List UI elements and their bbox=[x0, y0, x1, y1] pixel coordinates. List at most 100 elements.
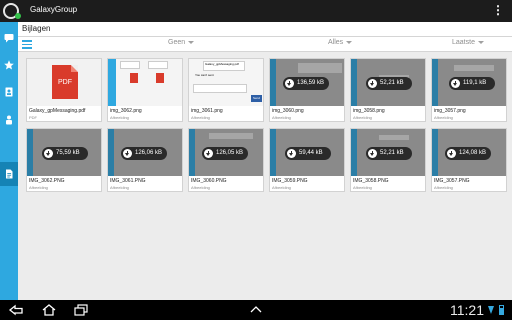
attachment-card[interactable]: 136,59 kB img_3060.png Afbeelding bbox=[269, 58, 345, 122]
pdf-label: PDF bbox=[58, 79, 72, 86]
battery-icon bbox=[499, 305, 504, 315]
app-logo-icon[interactable] bbox=[3, 3, 21, 19]
preview-send: Send bbox=[251, 95, 262, 102]
file-size: 75,59 kB bbox=[56, 150, 80, 156]
file-size: 59,44 kB bbox=[299, 150, 323, 156]
image-thumbnail: Galaxy_gpMessaging.pdf You can't sent Se… bbox=[189, 59, 263, 106]
download-icon bbox=[368, 79, 377, 88]
attachment-name: img_3061.png bbox=[191, 108, 223, 114]
download-button[interactable]: 59,44 kB bbox=[285, 147, 331, 160]
download-button[interactable]: 52,21 kB bbox=[366, 77, 412, 90]
attachment-name: IMG_3059.PNG bbox=[272, 178, 308, 184]
download-icon bbox=[123, 149, 132, 158]
file-size: 126,05 kB bbox=[216, 150, 244, 156]
sidebar-item-chat[interactable] bbox=[0, 26, 18, 50]
download-icon bbox=[368, 149, 377, 158]
attachment-card[interactable]: 52,21 kB IMG_3058.PNG Afbeelding bbox=[350, 128, 426, 192]
download-icon bbox=[447, 149, 456, 158]
attachment-card[interactable]: 126,06 kB IMG_3061.PNG Afbeelding bbox=[107, 128, 183, 192]
file-size: 119,1 kB bbox=[463, 80, 487, 86]
download-button[interactable]: 75,59 kB bbox=[42, 147, 88, 160]
filter-none-dropdown[interactable]: Geen bbox=[168, 39, 194, 46]
list-menu-icon[interactable] bbox=[22, 40, 32, 49]
image-thumbnail bbox=[108, 59, 182, 106]
download-button[interactable]: 119,1 kB bbox=[449, 77, 495, 90]
attachment-name: Galaxy_gpMessaging.pdf bbox=[29, 108, 86, 114]
attachment-card[interactable]: 59,44 kB IMG_3059.PNG Afbeelding bbox=[269, 128, 345, 192]
sidebar-item-attachments[interactable] bbox=[0, 162, 18, 186]
attachment-name: IMG_3058.PNG bbox=[353, 178, 389, 184]
attachment-name: img_3062.png bbox=[110, 108, 142, 114]
file-size: 126,06 kB bbox=[135, 150, 163, 156]
attachments-icon bbox=[6, 169, 13, 179]
app-bar: GalaxyGroup ⋮ bbox=[0, 0, 512, 22]
download-icon bbox=[285, 79, 294, 88]
attachment-type: PDF bbox=[29, 115, 37, 120]
pdf-thumbnail: PDF bbox=[27, 59, 101, 106]
section-title: Bijlagen bbox=[22, 24, 51, 33]
attachment-card[interactable]: 75,59 kB IMG_3062.PNG Afbeelding bbox=[26, 128, 102, 192]
attachment-card[interactable]: PDF Galaxy_gpMessaging.pdf PDF bbox=[26, 58, 102, 122]
sidebar bbox=[0, 22, 18, 300]
attachment-type: Afbeelding bbox=[434, 115, 453, 120]
download-button[interactable]: 136,59 kB bbox=[283, 77, 329, 90]
download-icon bbox=[451, 79, 460, 88]
download-button[interactable]: 126,05 kB bbox=[202, 147, 248, 160]
download-icon bbox=[44, 149, 53, 158]
recent-apps-icon[interactable] bbox=[72, 304, 90, 316]
overflow-menu-icon[interactable]: ⋮ bbox=[492, 4, 504, 16]
download-icon bbox=[204, 149, 213, 158]
sidebar-item-groups[interactable] bbox=[0, 108, 18, 132]
attachment-name: IMG_3062.PNG bbox=[29, 178, 65, 184]
filter-bar: Geen Alles Laatste bbox=[0, 37, 512, 52]
attachment-type: Afbeelding bbox=[191, 185, 210, 190]
back-icon[interactable] bbox=[8, 304, 26, 316]
pdf-file-icon: PDF bbox=[52, 65, 78, 99]
home-icon[interactable] bbox=[40, 304, 58, 316]
clock: 11:21 bbox=[450, 302, 484, 318]
download-icon bbox=[287, 149, 296, 158]
download-button[interactable]: 126,06 kB bbox=[121, 147, 167, 160]
file-size: 124,08 kB bbox=[459, 150, 487, 156]
attachment-card[interactable]: img_3062.png Afbeelding bbox=[107, 58, 183, 122]
sort-latest-dropdown[interactable]: Laatste bbox=[452, 39, 484, 46]
attachment-type: Afbeelding bbox=[110, 185, 129, 190]
download-button[interactable]: 52,21 kB bbox=[366, 147, 412, 160]
chat-icon bbox=[4, 34, 14, 43]
star-icon bbox=[4, 60, 14, 70]
attachment-name: img_3057.png bbox=[434, 108, 466, 114]
download-button[interactable]: 124,08 kB bbox=[445, 147, 491, 160]
file-size: 52,21 kB bbox=[380, 80, 404, 86]
attachment-name: IMG_3060.PNG bbox=[191, 178, 227, 184]
attachment-card[interactable]: 126,05 kB IMG_3060.PNG Afbeelding bbox=[188, 128, 264, 192]
attachment-card[interactable]: 52,21 kB img_3058.png Afbeelding bbox=[350, 58, 426, 122]
attachment-type: Afbeelding bbox=[272, 115, 291, 120]
system-nav-bar: 11:21 bbox=[0, 300, 512, 320]
attachment-name: img_3058.png bbox=[353, 108, 385, 114]
attachment-card[interactable]: 124,08 kB IMG_3057.PNG Afbeelding bbox=[431, 128, 507, 192]
chevron-up-icon[interactable] bbox=[247, 304, 265, 316]
attachment-type: Afbeelding bbox=[110, 115, 129, 120]
attachment-type: Afbeelding bbox=[353, 115, 372, 120]
app-title: GalaxyGroup bbox=[30, 5, 78, 14]
attachment-type: Afbeelding bbox=[191, 115, 210, 120]
attachment-type: Afbeelding bbox=[272, 185, 291, 190]
people-icon bbox=[6, 115, 12, 125]
preview-text: Galaxy_gpMessaging.pdf bbox=[205, 62, 239, 66]
contacts-icon bbox=[5, 87, 13, 97]
attachment-name: img_3060.png bbox=[272, 108, 304, 114]
file-size: 52,21 kB bbox=[380, 150, 404, 156]
attachment-name: IMG_3057.PNG bbox=[434, 178, 470, 184]
attachment-card[interactable]: 119,1 kB img_3057.png Afbeelding bbox=[431, 58, 507, 122]
section-header: Bijlagen bbox=[0, 22, 512, 37]
preview-text: You can't sent bbox=[195, 73, 214, 77]
wifi-icon bbox=[488, 306, 494, 314]
filter-all-dropdown[interactable]: Alles bbox=[328, 39, 352, 46]
sidebar-item-favorites[interactable] bbox=[0, 53, 18, 77]
attachment-name: IMG_3061.PNG bbox=[110, 178, 146, 184]
attachment-card[interactable]: Galaxy_gpMessaging.pdf You can't sent Se… bbox=[188, 58, 264, 122]
file-size: 136,59 kB bbox=[297, 80, 325, 86]
sidebar-item-contacts[interactable] bbox=[0, 80, 18, 104]
attachment-type: Afbeelding bbox=[434, 185, 453, 190]
attachment-type: Afbeelding bbox=[353, 185, 372, 190]
